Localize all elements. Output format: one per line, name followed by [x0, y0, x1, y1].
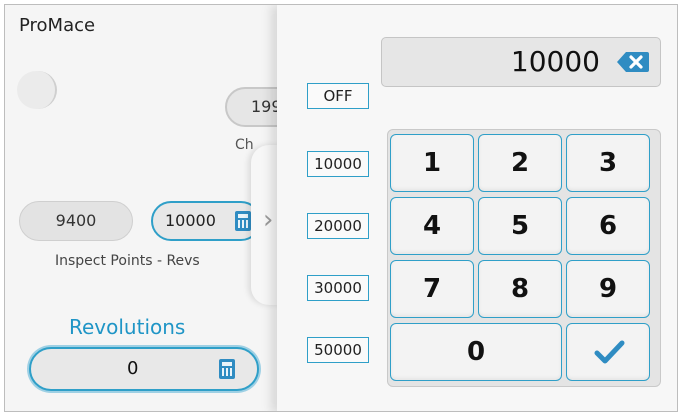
confirm-button[interactable] — [566, 323, 650, 381]
inspect-setpoint-value: 10000 — [165, 211, 216, 230]
key-8[interactable]: 8 — [478, 260, 562, 318]
inspect-current-value: 9400 — [19, 201, 133, 241]
keypad-panel: 10000 OFF 10000 20000 30000 50000 1 2 3 … — [277, 5, 677, 411]
app-title: ProMace — [19, 15, 96, 36]
preset-10000-button[interactable]: 10000 — [307, 151, 369, 177]
revolutions-field[interactable]: 0 — [29, 347, 259, 391]
chevron-right-icon[interactable]: › — [263, 205, 273, 235]
keypad-display: 10000 — [381, 37, 661, 87]
key-9[interactable]: 9 — [566, 260, 650, 318]
revolutions-label: Revolutions — [69, 315, 186, 339]
key-7[interactable]: 7 — [390, 260, 474, 318]
key-3[interactable]: 3 — [566, 134, 650, 192]
checkmark-icon — [594, 340, 625, 364]
inspect-points-label: Inspect Points - Revs — [55, 253, 200, 269]
backspace-icon[interactable] — [616, 51, 650, 73]
inspect-setpoint-field[interactable]: 10000 — [151, 201, 261, 241]
key-6[interactable]: 6 — [566, 197, 650, 255]
preset-off-button[interactable]: OFF — [307, 83, 369, 109]
display-value: 10000 — [510, 45, 600, 78]
change-label: Ch — [235, 137, 254, 153]
screen: ProMace 199 Ch 9400 10000 Inspect Points… — [4, 4, 678, 412]
key-2[interactable]: 2 — [478, 134, 562, 192]
preset-20000-button[interactable]: 20000 — [307, 213, 369, 239]
preset-50000-button[interactable]: 50000 — [307, 337, 369, 363]
key-5[interactable]: 5 — [478, 197, 562, 255]
calculator-icon[interactable] — [219, 359, 235, 379]
preset-30000-button[interactable]: 30000 — [307, 275, 369, 301]
revolutions-value: 0 — [127, 358, 139, 379]
key-0[interactable]: 0 — [390, 323, 562, 381]
keypad-grid: 1 2 3 4 5 6 7 8 9 0 — [387, 129, 661, 387]
key-4[interactable]: 4 — [390, 197, 474, 255]
calculator-icon[interactable] — [235, 211, 251, 231]
key-1[interactable]: 1 — [390, 134, 474, 192]
partial-field — [17, 71, 57, 109]
